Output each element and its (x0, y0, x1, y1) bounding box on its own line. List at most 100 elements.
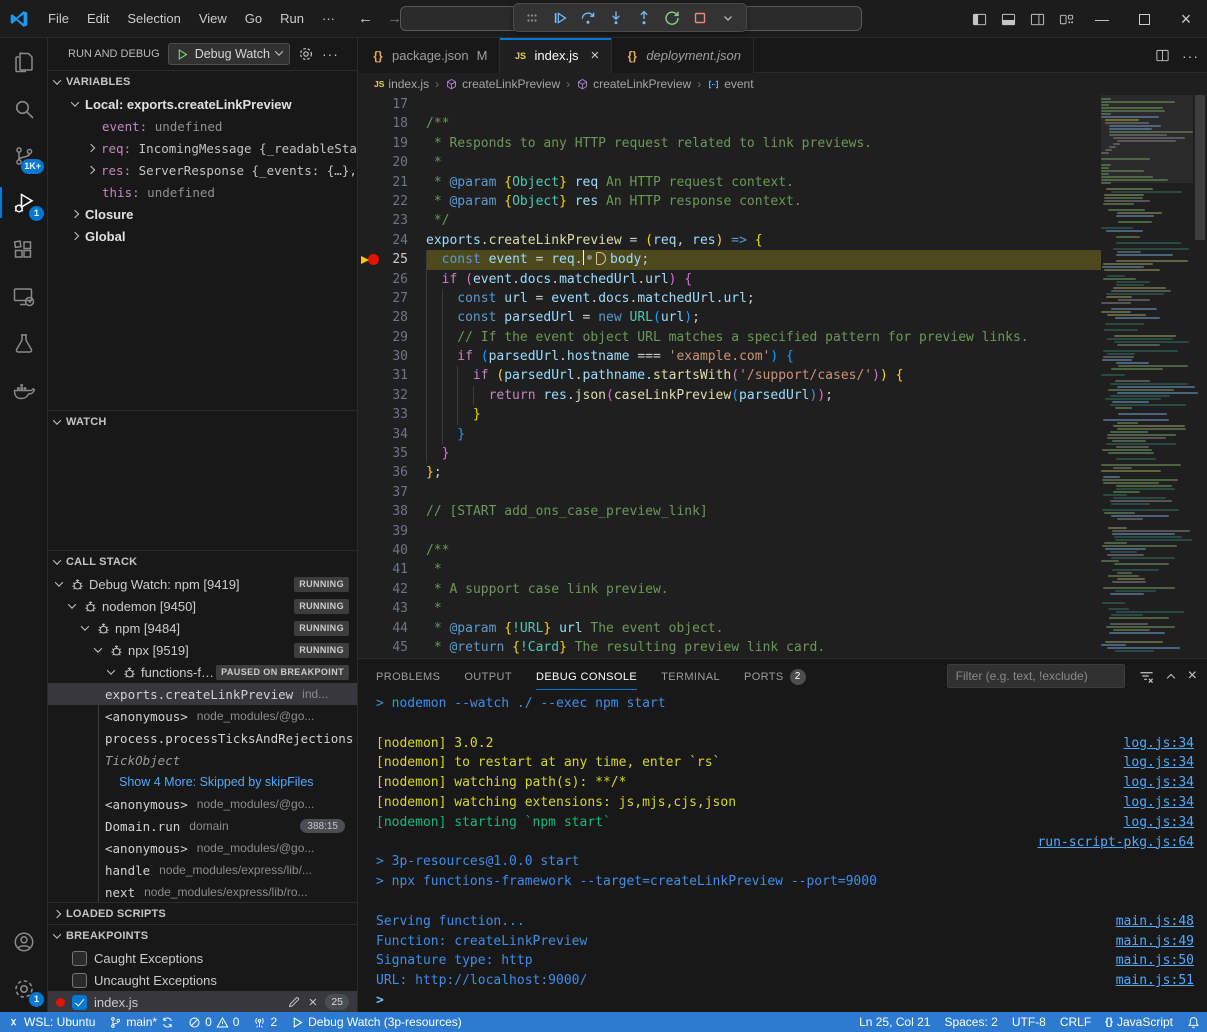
code-line-36[interactable]: 36 }; (358, 463, 1101, 482)
breakpoint-row[interactable]: index.js ×25 (48, 991, 357, 1012)
code-editor[interactable]: 17 18 /** 19 * Responds to any HTTP requ… (358, 95, 1207, 658)
debug-config-dropdown[interactable]: Debug Watch (168, 43, 290, 65)
gear-icon[interactable] (298, 46, 314, 62)
console-source-link[interactable]: log.js:34 (1124, 734, 1194, 754)
breadcrumb-item[interactable]: JSindex.js (374, 77, 429, 91)
status-branch[interactable]: main* (102, 1012, 181, 1032)
console-source-link[interactable]: main.js:49 (1116, 932, 1194, 952)
activity-explorer[interactable] (0, 38, 48, 85)
stack-frame-row[interactable]: exports.createLinkPreview ind... (48, 683, 357, 705)
variable-scope-row[interactable]: Closure (48, 203, 357, 225)
menu-selection[interactable]: Selection (118, 11, 189, 26)
stack-frame-row[interactable]: <anonymous> node_modules/@go... (48, 705, 357, 727)
menu-go[interactable]: Go (236, 11, 271, 26)
code-line-22[interactable]: 22 * @param {Object} res An HTTP respons… (358, 192, 1101, 211)
status-forwarded-ports[interactable]: 2 (246, 1012, 284, 1032)
activity-search[interactable] (0, 85, 48, 132)
code-line-18[interactable]: 18 /** (358, 114, 1101, 133)
status-notifications[interactable] (1180, 1012, 1207, 1032)
gutter-19[interactable]: 19 (358, 134, 426, 153)
panel-tab-terminal[interactable]: TERMINAL (661, 659, 720, 694)
sidebar-more-actions-icon[interactable]: ··· (322, 46, 339, 62)
toggle-secondary-sidebar-button[interactable] (1023, 0, 1052, 38)
gutter-44[interactable]: 44 (358, 619, 426, 638)
status-eol[interactable]: CRLF (1053, 1012, 1098, 1032)
stack-frame-row[interactable]: <anonymous> node_modules/@go... (48, 793, 357, 815)
drag-handle-button[interactable] (520, 6, 544, 30)
gutter-20[interactable]: 20 (358, 153, 426, 172)
code-line-37[interactable]: 37 (358, 483, 1101, 502)
code-line-23[interactable]: 23 */ (358, 211, 1101, 230)
gutter-33[interactable]: 33 (358, 405, 426, 424)
more-sessions-button[interactable] (716, 6, 740, 30)
code-line-35[interactable]: 35 } (358, 444, 1101, 463)
toggle-panel-button[interactable] (994, 0, 1023, 38)
gutter-27[interactable]: 27 (358, 289, 426, 308)
code-line-44[interactable]: 44 * @param {!URL} url The event object. (358, 619, 1101, 638)
breakpoint-checkbox[interactable] (72, 951, 87, 966)
stop-button[interactable] (688, 6, 712, 30)
maximize-button[interactable] (1123, 0, 1165, 38)
debug-session-row[interactable]: Debug Watch: npm [9419]RUNNING (48, 573, 357, 595)
console-source-link[interactable]: main.js:48 (1116, 912, 1194, 932)
breakpoint-checkbox[interactable] (72, 973, 87, 988)
gutter-42[interactable]: 42 (358, 580, 426, 599)
code-line-25[interactable]: 25 const event = req.body; (358, 250, 1101, 269)
code-line-32[interactable]: 32 return res.json(caseLinkPreview(parse… (358, 386, 1101, 405)
stack-frame-row[interactable]: process.processTicksAndRejections (48, 727, 357, 749)
activity-remote-explorer[interactable] (0, 273, 48, 320)
variable-scope-row[interactable]: Global (48, 225, 357, 247)
gutter-38[interactable]: 38 (358, 502, 426, 521)
gutter-30[interactable]: 30 (358, 347, 426, 366)
console-source-link[interactable]: log.js:34 (1124, 753, 1194, 773)
stack-frame-row[interactable]: TickObject (48, 749, 357, 771)
breakpoint-row[interactable]: Caught Exceptions (48, 947, 357, 969)
code-line-21[interactable]: 21 * @param {Object} req An HTTP request… (358, 173, 1101, 192)
variable-scope-row[interactable]: Local: exports.createLinkPreview (48, 93, 357, 115)
status-language[interactable]: {} JavaScript (1098, 1012, 1180, 1032)
code-line-43[interactable]: 43 * (358, 599, 1101, 618)
console-source-link[interactable]: main.js:51 (1116, 971, 1194, 991)
gutter-23[interactable]: 23 (358, 211, 426, 230)
breadcrumb-item[interactable]: createLinkPreview (445, 77, 560, 91)
tab-deployment.json[interactable]: {} deployment.json (612, 38, 754, 73)
code-line-40[interactable]: 40 /** (358, 541, 1101, 560)
gutter-41[interactable]: 41 (358, 560, 426, 579)
filter-icon[interactable] (1139, 669, 1154, 684)
code-line-38[interactable]: 38 // [START add_ons_case_preview_link] (358, 502, 1101, 521)
tab-package.json[interactable]: {} package.json M (358, 38, 500, 73)
activity-extensions[interactable] (0, 226, 48, 273)
step-over-button[interactable] (576, 6, 600, 30)
console-input[interactable]: > (358, 991, 1207, 1011)
code-line-20[interactable]: 20 * (358, 153, 1101, 172)
debug-console-output[interactable]: > nodemon --watch ./ --exec npm start [n… (358, 694, 1207, 1012)
stack-frame-row[interactable]: <anonymous> node_modules/@go... (48, 837, 357, 859)
status-encoding[interactable]: UTF-8 (1005, 1012, 1053, 1032)
code-line-30[interactable]: 30 if (parsedUrl.hostname === 'example.c… (358, 347, 1101, 366)
loaded-scripts-header[interactable]: LOADED SCRIPTS (48, 903, 357, 924)
menu-file[interactable]: File (39, 11, 78, 26)
gutter-37[interactable]: 37 (358, 483, 426, 502)
continue-button[interactable] (548, 6, 572, 30)
code-line-17[interactable]: 17 (358, 95, 1101, 114)
console-filter-input[interactable] (947, 664, 1125, 688)
menu-more[interactable]: ··· (313, 11, 344, 26)
panel-tab-problems[interactable]: PROBLEMS (376, 659, 440, 694)
variable-row[interactable]: this: undefined (48, 181, 357, 203)
minimap[interactable] (1101, 95, 1193, 658)
editor-scrollbar[interactable] (1193, 95, 1207, 658)
panel-tab-output[interactable]: OUTPUT (464, 659, 512, 694)
stack-frame-row[interactable]: next node_modules/express/lib/ro... (48, 881, 357, 902)
console-source-link[interactable]: log.js:34 (1124, 773, 1194, 793)
debug-session-row[interactable]: functions-fra...PAUSED ON BREAKPOINT (48, 661, 357, 683)
code-line-29[interactable]: 29 // If the event object URL matches a … (358, 328, 1101, 347)
close-button[interactable]: × (1165, 0, 1207, 38)
editor-more-actions-icon[interactable]: ··· (1182, 48, 1199, 64)
close-tab-icon[interactable]: × (591, 47, 600, 64)
back-arrow-icon[interactable]: ← (358, 10, 373, 27)
panel-tab-ports[interactable]: PORTS2 (744, 659, 806, 694)
code-line-34[interactable]: 34 } (358, 425, 1101, 444)
variable-row[interactable]: event: undefined (48, 115, 357, 137)
customize-layout-button[interactable] (1052, 0, 1081, 38)
code-line-19[interactable]: 19 * Responds to any HTTP request relate… (358, 134, 1101, 153)
